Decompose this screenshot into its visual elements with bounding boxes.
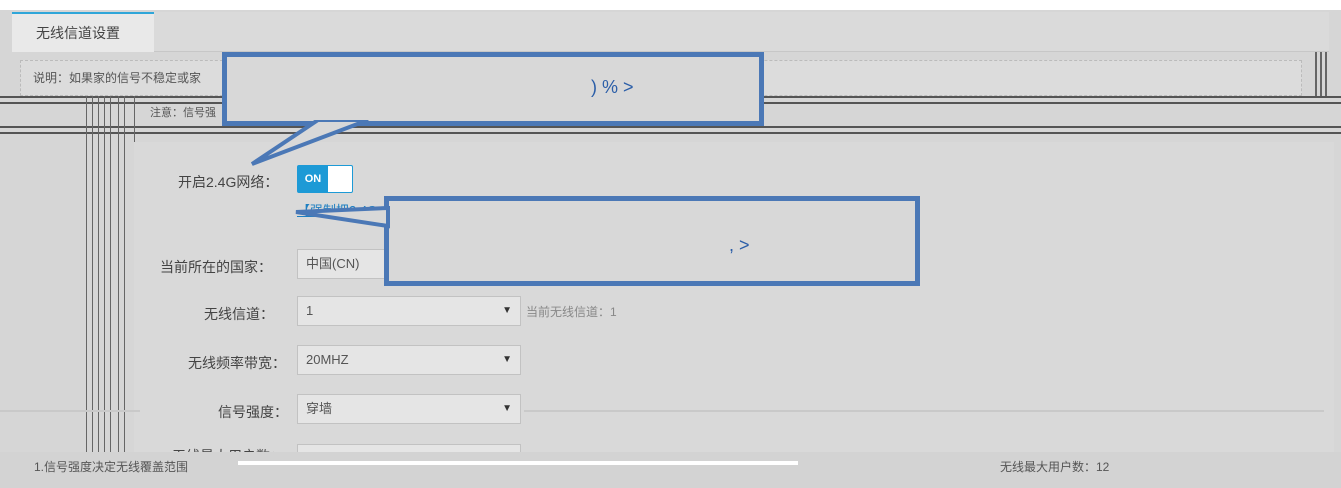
bottom-left-text: 1.信号强度决定无线覆盖范围 <box>34 460 189 474</box>
notice-line2: 注意：信号强 <box>150 107 216 119</box>
bandwidth-label: 无线频率带宽： <box>188 355 286 371</box>
bandwidth-select[interactable]: 20MHZ ▼ <box>297 345 521 375</box>
country-value: 中国(CN) <box>306 256 360 271</box>
callout-2-pointer <box>295 206 390 229</box>
bottom-bar <box>0 452 1341 488</box>
country-select[interactable]: 中国(CN) <box>297 249 397 279</box>
divider <box>0 410 140 412</box>
enable-24g-label: 开启2.4G网络： <box>178 174 279 190</box>
caret-down-icon: ▼ <box>502 354 512 365</box>
callout-1: ) % > <box>222 52 764 126</box>
caret-down-icon: ▼ <box>502 305 512 316</box>
scrollbar[interactable] <box>1315 52 1327 96</box>
tab-bar <box>154 12 1329 52</box>
strength-select[interactable]: 穿墙 ▼ <box>297 394 521 424</box>
enable-24g-toggle[interactable]: ON <box>297 165 353 193</box>
toggle-knob: ON <box>298 166 328 192</box>
top-bar <box>0 0 1341 10</box>
channel-label: 无线信道： <box>204 306 274 322</box>
callout-2-text: , > <box>729 235 750 255</box>
channel-select[interactable]: 1 ▼ <box>297 296 521 326</box>
callout-1-pointer <box>250 120 369 166</box>
channel-value: 1 <box>306 303 314 318</box>
tab-wireless-channel-settings[interactable]: 无线信道设置 <box>12 12 154 52</box>
caret-down-icon: ▼ <box>502 403 512 414</box>
tab-label: 无线信道设置 <box>36 25 120 41</box>
callout-2: , > <box>384 196 920 286</box>
bottom-right-text: 无线最大用户数：12 <box>1000 460 1110 474</box>
strength-label: 信号强度： <box>218 404 288 420</box>
bottom-glitch <box>238 461 798 465</box>
callout-1-text: ) % > <box>591 77 634 97</box>
country-label: 当前所在的国家： <box>160 259 272 275</box>
strength-value: 穿墙 <box>306 401 333 416</box>
notice-line1: 说明：如果家的信号不稳定或家 <box>33 71 202 85</box>
divider <box>524 410 1324 412</box>
glitch-vertical-lines <box>70 96 140 456</box>
bandwidth-value: 20MHZ <box>306 352 349 367</box>
channel-hint: 当前无线信道：1 <box>526 305 617 319</box>
